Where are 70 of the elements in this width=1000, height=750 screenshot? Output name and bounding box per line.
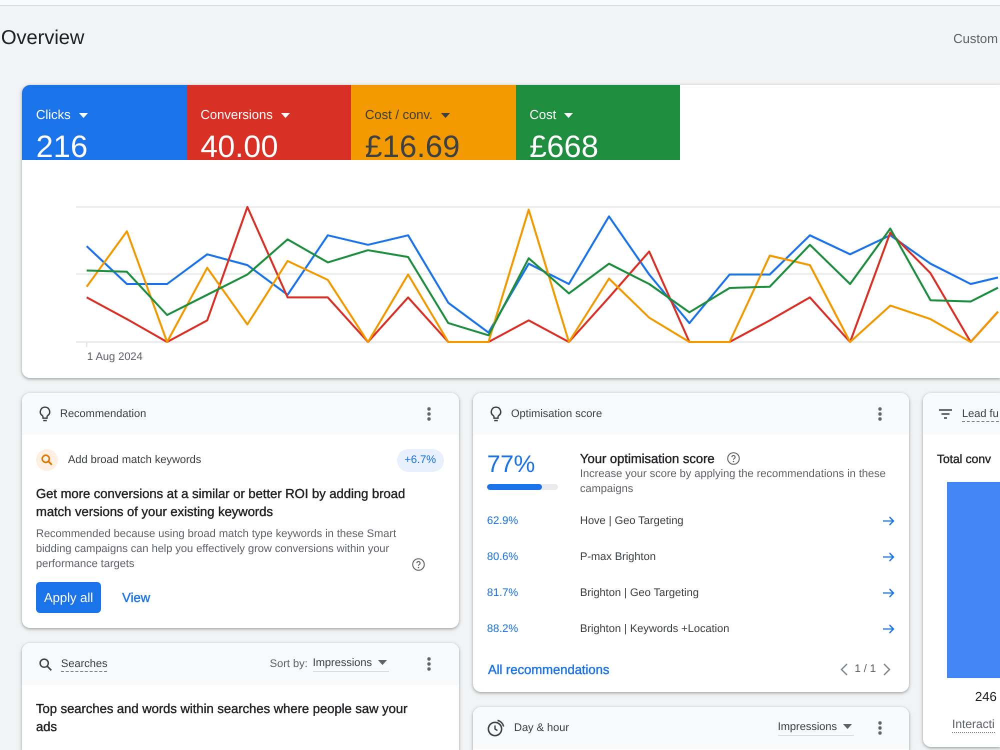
metric-value: £16.69: [365, 134, 460, 160]
search-icon: [39, 658, 52, 670]
metric-tile[interactable]: Conversions 40.00: [186, 85, 351, 160]
help-icon[interactable]: [412, 558, 425, 571]
score-description: Increase your score by applying the recommendations in these campaigns: [580, 467, 887, 497]
recommendation-label: Add broad match keywords: [68, 454, 202, 466]
metric-tile[interactable]: Cost / conv. £16.69: [351, 85, 516, 160]
campaign-name: Hove | Geo Targeting: [580, 515, 684, 527]
metric-tile[interactable]: Clicks 216: [22, 85, 186, 160]
lightbulb-icon: [39, 406, 51, 422]
score-heading: Your optimisation score: [580, 450, 715, 466]
metric-label: Clicks: [36, 107, 71, 123]
more-menu-icon[interactable]: [427, 407, 431, 421]
metric-tile[interactable]: Cost £668: [516, 85, 680, 160]
recommendation-headline: Get more conversions at a similar or better ROI by adding broad match versions of your existing keywords: [36, 485, 406, 521]
caret-icon: [440, 112, 450, 118]
card-title[interactable]: Searches: [61, 656, 108, 672]
metric-value: £668: [530, 134, 598, 160]
campaign-name: Brighton | Geo Targeting: [580, 587, 699, 599]
chevron-left-icon[interactable]: [840, 662, 848, 676]
search-icon: [36, 449, 58, 471]
card-title[interactable]: Lead fu: [962, 406, 999, 422]
card-title: Day & hour: [514, 722, 570, 734]
metric-value: 216: [36, 134, 88, 160]
apply-all-button[interactable]: Apply all: [36, 582, 102, 613]
filter-icon[interactable]: [939, 409, 952, 419]
page-indicator: 1 / 1: [854, 663, 876, 675]
recommendation-reason: Recommended because using broad match type keywords in these Smart bidding campaigns can help you effectively grow conversions within your performance targets: [36, 527, 398, 572]
metric-label: Cost: [530, 107, 556, 123]
campaign-score: 62.9%: [487, 515, 520, 527]
all-recommendations-link[interactable]: All recommendations: [487, 662, 610, 676]
page-title: Overview: [1, 26, 84, 50]
score-value: 77%: [487, 451, 536, 479]
campaign-score: 88.2%: [487, 623, 520, 635]
card-title: Recommendation: [60, 408, 146, 420]
bar-category-label: Interacti: [952, 717, 995, 733]
uplift-badge: +6.7%: [396, 448, 444, 472]
more-menu-icon[interactable]: [878, 407, 882, 421]
view-link[interactable]: View: [114, 582, 158, 613]
campaign-name: Brighton | Keywords +Location: [580, 623, 730, 635]
arrow-right-icon[interactable]: [883, 516, 895, 526]
card-heading: Total conv: [937, 451, 992, 467]
arrow-right-icon[interactable]: [883, 552, 895, 562]
caret-icon: [78, 112, 88, 118]
caret-icon: [564, 112, 574, 118]
axis-label: 1 Aug 2024: [87, 350, 143, 364]
help-icon[interactable]: [726, 452, 740, 464]
caret-icon: [378, 660, 387, 665]
arrow-right-icon[interactable]: [883, 624, 895, 634]
sort-label: Sort by:: [270, 658, 308, 670]
chevron-right-icon[interactable]: [883, 662, 891, 676]
card-description: Top searches and words within searches where people saw your ads: [36, 700, 408, 736]
metric-label: Conversions: [200, 107, 273, 123]
sort-dropdown[interactable]: Impressions: [312, 656, 389, 672]
more-menu-icon[interactable]: [427, 657, 431, 671]
metric-label: Cost / conv.: [365, 107, 433, 123]
campaign-name: P-max Brighton: [580, 551, 656, 563]
campaign-score: 80.6%: [487, 551, 520, 563]
caret-icon: [843, 724, 852, 729]
arrow-right-icon[interactable]: [883, 588, 895, 598]
bar-value: 246: [975, 689, 997, 705]
card-title: Optimisation score: [511, 408, 602, 420]
lightbulb-icon: [490, 406, 502, 422]
clock-icon: [487, 719, 505, 737]
campaign-score: 81.7%: [487, 587, 520, 599]
metric-value: 40.00: [200, 134, 278, 160]
caret-icon: [280, 112, 290, 118]
metric-dropdown[interactable]: Impressions: [778, 720, 854, 736]
more-menu-icon[interactable]: [878, 721, 882, 735]
date-range-button[interactable]: Custom: [953, 30, 998, 46]
